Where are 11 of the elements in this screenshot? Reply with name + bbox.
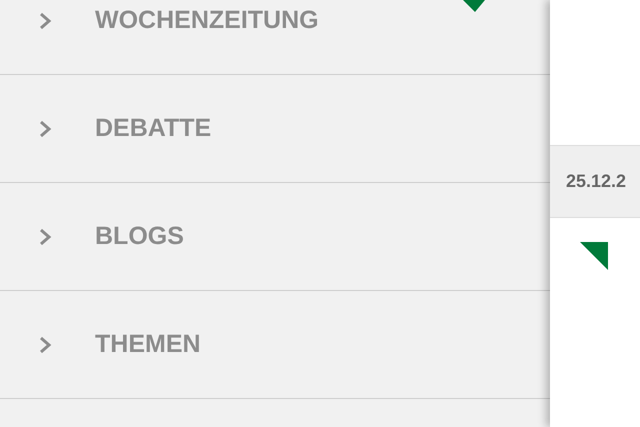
chevron-icon (38, 336, 52, 354)
menu-item[interactable]: WOCHENZEITUNG (95, 6, 319, 35)
chevron-icon (38, 228, 52, 246)
menu-item[interactable]: DEBATTE (95, 114, 212, 143)
chevron-icon (38, 12, 52, 30)
corner-marker-icon (463, 0, 485, 12)
menu-item[interactable]: BLOGS (95, 222, 184, 251)
chevron-icon (38, 120, 52, 138)
menu-item[interactable]: THEMEN (95, 330, 201, 359)
corner-marker-icon (580, 242, 608, 270)
date-header: 25.12.2 (566, 171, 626, 192)
